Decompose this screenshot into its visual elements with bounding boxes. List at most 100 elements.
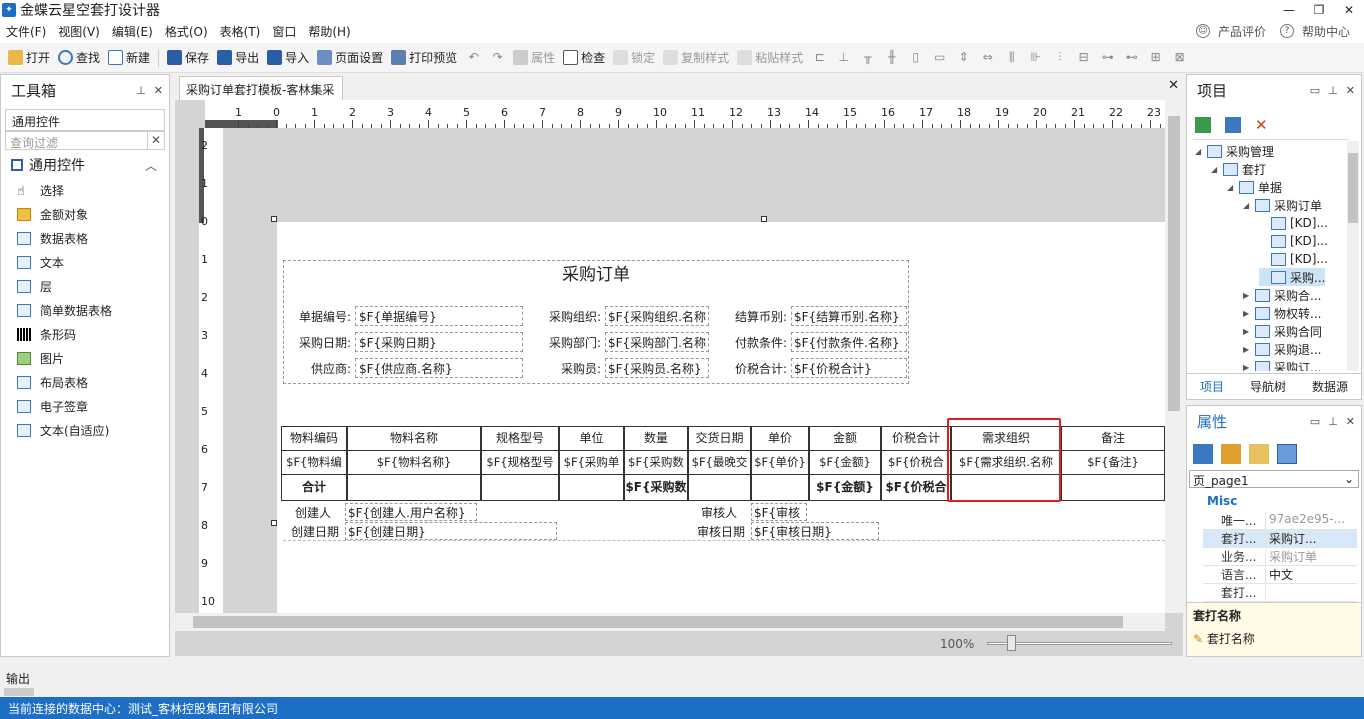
table-header-cell[interactable]: 备注 [1061,426,1165,451]
align-bottom-icon[interactable]: ▯ [907,50,924,65]
pin-icon[interactable]: ⊥ [1328,84,1338,97]
project-tree[interactable]: ◢ 采购管理 ◢ 套打 ◢ 单据 ◢ 采购订单 [KD]... [KD]... [KD]... 采购.… [1193,139,1349,371]
menu-table[interactable]: 表格(T) [214,23,267,40]
menu-file[interactable]: 文件(F) [0,23,52,40]
menu-format[interactable]: 格式(O) [159,23,214,40]
toolbox-item-autotext[interactable]: 文本(自适应) [1,418,169,442]
property-value[interactable]: 97ae2e95-... [1265,512,1357,529]
field-date[interactable]: $F{采购日期} [355,332,523,352]
table-total-cell[interactable]: $F{金额} [809,474,881,501]
table-data-cell[interactable]: $F{物料名称} [347,450,481,475]
tree-node[interactable]: ◢ 采购管理 [1195,142,1274,160]
report-page[interactable]: 采购订单 单据编号: $F{单据编号} 采购日期: $F{采购日期} 供应商: … [271,216,1165,613]
tree-node[interactable]: [KD]... [1259,250,1328,268]
table-header-cell[interactable]: 物料名称 [347,426,481,451]
open-button[interactable]: 打开 [8,49,50,66]
export-button[interactable]: 导出 [217,49,259,66]
bring-front-icon[interactable]: ⊞ [1147,50,1164,65]
refresh-icon[interactable] [1195,117,1211,133]
expand-icon[interactable]: ◢ [1195,147,1205,156]
tree-node[interactable]: ▶ 采购退... [1243,340,1321,358]
table-total-cell[interactable] [347,474,481,501]
form-title[interactable]: 采购订单 [283,260,909,290]
table-total-cell[interactable] [1061,474,1165,501]
field-total[interactable]: $F{价税合计} [791,358,907,378]
field-currency[interactable]: $F{结算币别.名称} [791,306,907,326]
menu-edit[interactable]: 编辑(E) [106,23,159,40]
close-icon[interactable]: ✕ [1346,415,1355,428]
properties-button[interactable]: 属性 [513,49,555,66]
close-icon[interactable]: ✕ [154,84,163,97]
redo-icon[interactable]: ↷ [489,50,506,65]
expand-icon[interactable]: ▶ [1243,309,1253,318]
maximize-icon[interactable]: ▭ [1310,84,1320,97]
table-header-cell[interactable]: 物料编码 [281,426,347,451]
clear-filter-icon[interactable]: ✕ [147,132,164,149]
property-value[interactable]: 采购订... [1265,530,1357,547]
v-spacing-icon[interactable]: ⊪ [1027,50,1044,65]
table-total-cell[interactable] [688,474,751,501]
table-data-cell[interactable]: $F{金额} [809,450,881,475]
distribute-v-icon[interactable]: ⊟ [1075,50,1092,65]
maximize-icon[interactable]: ▭ [1310,415,1320,428]
property-row[interactable]: 语言... 中文 [1203,566,1357,584]
table-data-cell[interactable]: $F{采购数 [624,450,688,475]
minimize-button[interactable]: — [1274,0,1304,19]
align-left-icon[interactable]: ⊏ [811,50,828,65]
tree-node[interactable]: ◢ 单据 [1227,178,1282,196]
align-top-icon[interactable]: ╥ [859,50,876,65]
property-row[interactable]: 套打... 采购订... [1203,530,1357,548]
tree-node[interactable]: ▶ 物权转... [1243,304,1321,322]
toolbox-section-header[interactable]: 通用控件 ︿ [1,152,169,178]
object-selector[interactable]: 页_page1 ⌄ [1189,470,1359,488]
field-dept[interactable]: $F{采购部门.名称 [605,332,709,352]
property-value[interactable] [1265,584,1357,601]
pin-icon[interactable]: ⊥ [1328,415,1338,428]
tree-node[interactable]: ▶ 采购合... [1243,286,1321,304]
close-window-button[interactable]: ✕ [1334,0,1364,19]
align-center-icon[interactable]: ⊥ [835,50,852,65]
property-row[interactable]: 套打... [1203,584,1357,602]
tree-scrollbar[interactable] [1347,141,1359,371]
zoom-slider-thumb[interactable] [1007,635,1016,651]
same-width-icon[interactable]: ▭ [931,50,948,65]
restore-button[interactable]: ❐ [1304,0,1334,19]
horizontal-scrollbar[interactable] [175,613,1165,631]
toolbox-group-select[interactable]: 通用控件 [5,109,165,131]
tree-node[interactable]: ▶ 采购订... [1243,358,1321,371]
output-label[interactable]: 输出 [6,670,30,687]
table-header-cell[interactable]: 数量 [624,426,688,451]
same-size-icon[interactable]: ⇔ [979,50,996,65]
property-value[interactable]: 采购订单 [1265,548,1357,565]
table-data-cell[interactable]: $F{价税合 [881,450,951,475]
tree-node[interactable]: ▶ 采购合同 [1243,322,1322,340]
toolbox-item-layout-table[interactable]: 布局表格 [1,370,169,394]
toolbox-item-select[interactable]: ☝ 选择 [1,178,169,202]
expand-icon[interactable]: ▶ [1243,291,1253,300]
table-data-cell[interactable]: $F{单价} [751,450,809,475]
property-row[interactable]: 唯一... 97ae2e95-... [1203,512,1357,530]
tree-node[interactable]: [KD]... [1259,214,1328,232]
table-header-cell[interactable]: 金额 [809,426,881,451]
rate-product-link[interactable]: ☺ 产品评价 [1195,23,1266,40]
creator-field[interactable]: $F{创建人.用户名称} [345,503,477,521]
same-height-icon[interactable]: ⇕ [955,50,972,65]
tree-node[interactable]: [KD]... [1259,232,1328,250]
design-canvas[interactable]: 1 0 1 2 3 4 5 6 7 8 9 10 11 12 13 14 15 16 17 18 19 20 21 22 23 … [175,100,1183,656]
expand-icon[interactable]: ▶ [1243,327,1253,336]
align-middle-icon[interactable]: ╫ [883,50,900,65]
tab-purchase-order-template[interactable]: 采购订单套打模板-客林集采 [179,76,343,100]
copy-icon[interactable] [1225,117,1241,133]
resize-handle[interactable] [271,216,277,222]
print-preview-button[interactable]: 打印预览 [391,49,457,66]
save-button[interactable]: 保存 [167,49,209,66]
tree-node[interactable]: 采购... [1259,268,1326,286]
table-data-cell[interactable]: $F{物料编 [281,450,347,475]
help-center-link[interactable]: ? 帮助中心 [1279,23,1350,40]
menu-view[interactable]: 视图(V) [52,23,106,40]
paste-style-button[interactable]: 粘贴样式 [737,49,803,66]
expand-icon[interactable]: ▶ [1243,363,1253,372]
auditor-field[interactable]: $F{审核 [751,503,807,521]
center-v-icon[interactable]: ⊷ [1123,50,1140,65]
pin-icon[interactable]: ⊥ [136,84,146,97]
